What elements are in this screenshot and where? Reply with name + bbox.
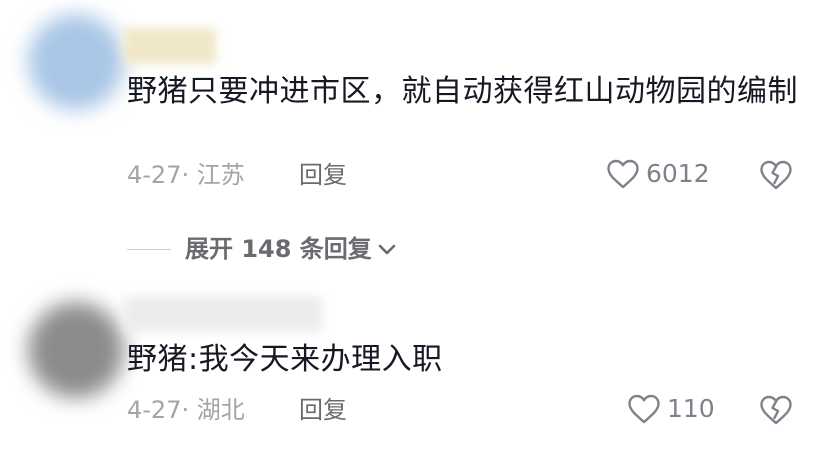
heart-outline-icon — [628, 394, 660, 424]
chevron-down-icon — [378, 244, 396, 255]
comment-meta-row: 4-27· 江苏 回复 6012 — [127, 158, 830, 192]
reply-button[interactable]: 回复 — [299, 160, 347, 190]
dislike-button[interactable] — [759, 393, 793, 427]
username-blurred[interactable] — [124, 296, 322, 332]
like-count: 6012 — [646, 159, 710, 188]
comment-date-location: 4-27· 湖北 — [127, 396, 245, 424]
broken-heart-icon — [760, 395, 792, 425]
username-blurred[interactable] — [124, 28, 216, 64]
expand-replies-button[interactable]: 展开 148 条回复 — [127, 232, 398, 266]
comment-date-location: 4-27· 江苏 — [127, 161, 245, 189]
avatar[interactable] — [28, 14, 124, 110]
like-button[interactable]: 6012 — [606, 158, 710, 190]
dislike-button[interactable] — [759, 158, 793, 192]
comment-meta-row: 4-27· 湖北 回复 110 — [127, 393, 830, 427]
expand-replies-label: 展开 148 条回复 — [185, 235, 372, 263]
like-button[interactable]: 110 — [627, 393, 715, 425]
reply-button[interactable]: 回复 — [299, 395, 347, 425]
heart-outline-icon — [607, 159, 639, 189]
comment-item: 野猪只要冲进市区，就自动获得红山动物园的编制 4-27· 江苏 回复 6012 … — [0, 0, 830, 290]
like-count: 110 — [667, 394, 715, 423]
broken-heart-icon — [760, 160, 792, 190]
comment-text: 野猪只要冲进市区，就自动获得红山动物园的编制 — [127, 74, 798, 109]
avatar[interactable] — [28, 302, 124, 398]
comment-item: 野猪:我今天来办理入职 4-27· 湖北 回复 110 — [0, 290, 830, 459]
comment-text: 野猪:我今天来办理入职 — [127, 342, 443, 377]
divider-line — [127, 248, 171, 250]
